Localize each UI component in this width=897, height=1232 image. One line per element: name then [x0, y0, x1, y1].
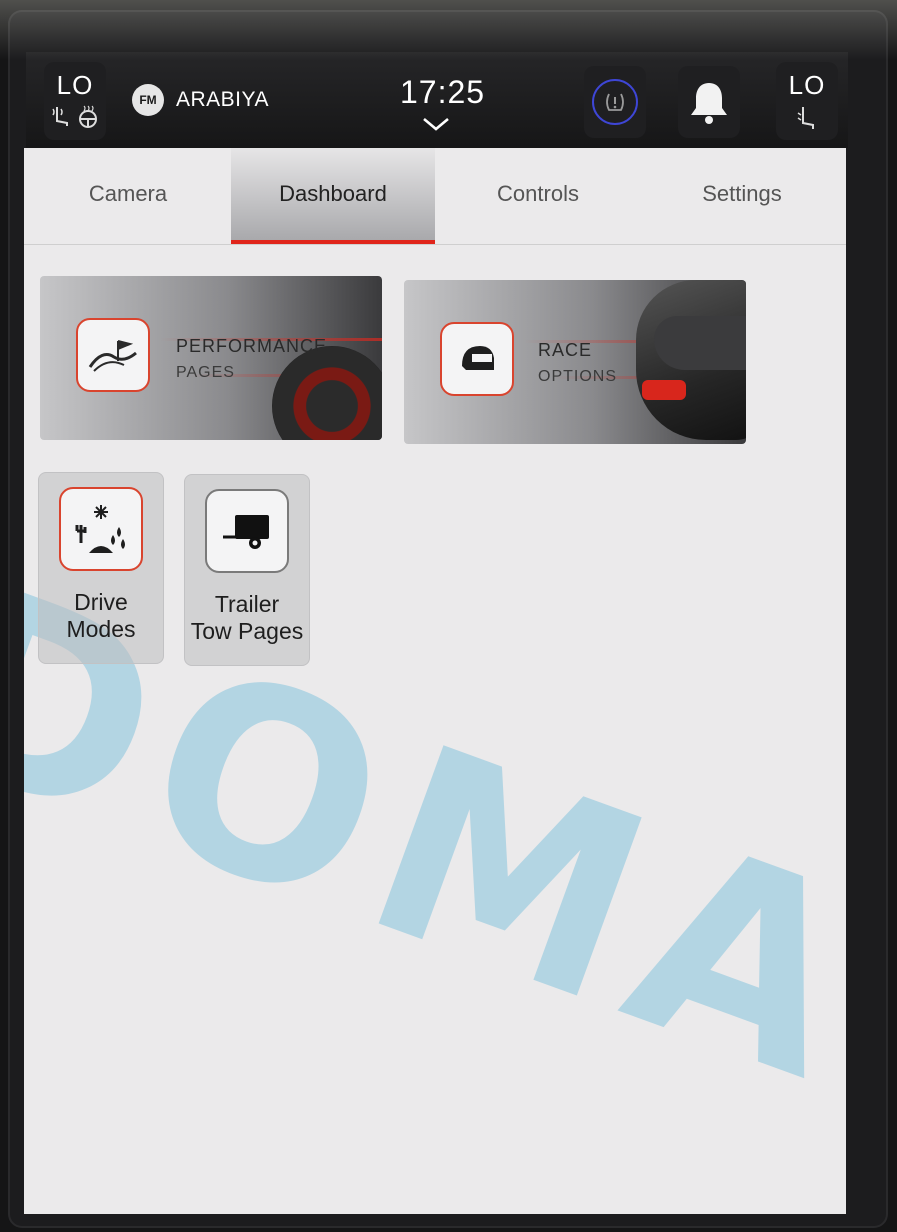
status-bar: LO FM ARABIYA 17:25 LO [26, 52, 848, 148]
trailer-label-line1: Trailer [214, 591, 280, 617]
left-seat-level: LO [56, 70, 94, 100]
checkered-flag-road-icon [76, 318, 150, 392]
trailer-label-line2: Tow Pages [190, 618, 304, 644]
tab-camera[interactable]: Camera [26, 148, 230, 240]
dashboard-screen: DOMA Camera Dashboard Controls Settings … [24, 148, 846, 1214]
race-title: RACE [538, 340, 593, 360]
performance-pages-tile[interactable]: PERFORMANCE PAGES [40, 276, 382, 440]
radio-station[interactable]: ARABIYA [176, 88, 269, 112]
notifications-button[interactable] [678, 66, 740, 138]
tire-pressure-button[interactable] [584, 66, 646, 138]
drive-modes-label-line1: Drive [74, 589, 128, 615]
tab-dashboard[interactable]: Dashboard [231, 148, 435, 244]
drive-modes-tile[interactable]: Drive Modes [38, 472, 164, 664]
steering-wheel-heat-icon [79, 105, 98, 128]
gauge-graphic [272, 346, 382, 440]
right-seat-level: LO [788, 70, 826, 100]
performance-subtitle: PAGES [176, 364, 235, 381]
left-seat-heat-button[interactable]: LO [44, 62, 106, 140]
trailer-icon [205, 489, 289, 573]
tab-controls[interactable]: Controls [436, 148, 640, 240]
race-options-tile[interactable]: RACE OPTIONS [404, 280, 746, 444]
drive-modes-label-line2: Modes [66, 616, 136, 642]
radio-band-badge[interactable]: FM [132, 84, 164, 116]
tire-pressure-icon [592, 79, 638, 125]
drive-modes-terrain-icon [59, 487, 143, 571]
trailer-tow-pages-tile[interactable]: Trailer Tow Pages [184, 474, 310, 666]
tab-bar: Camera Dashboard Controls Settings [24, 148, 846, 245]
right-seat-vent-button[interactable]: LO [776, 62, 838, 140]
helmet-graphic [636, 280, 746, 440]
tab-settings[interactable]: Settings [640, 148, 844, 240]
seat-vent-icon [797, 107, 814, 129]
clock[interactable]: 17:25 [400, 74, 485, 111]
race-subtitle: OPTIONS [538, 368, 618, 385]
chevron-down-icon[interactable] [422, 116, 450, 132]
helmet-icon [440, 322, 514, 396]
performance-title: PERFORMANCE [176, 336, 328, 356]
seat-heat-icon [51, 107, 68, 126]
bell-icon [691, 83, 727, 124]
